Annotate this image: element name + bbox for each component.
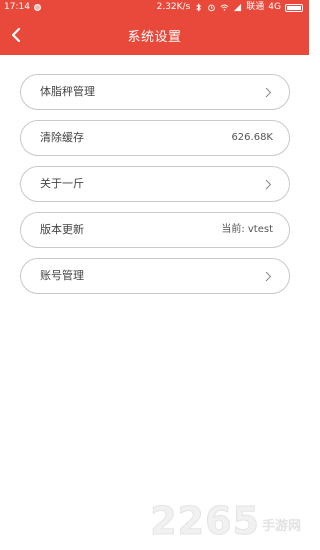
wifi-icon: [220, 4, 229, 11]
setting-about[interactable]: 关于一斤: [20, 166, 290, 202]
status-time: 17:14: [4, 2, 30, 12]
setting-scale-management[interactable]: 体脂秤管理: [20, 74, 290, 110]
battery-icon: [285, 3, 303, 12]
watermark-text: 手游网: [261, 519, 301, 534]
setting-label: 清除缓存: [40, 131, 84, 144]
setting-version-update[interactable]: 版本更新 当前: vtest: [20, 212, 290, 248]
setting-clear-cache[interactable]: 清除缓存 626.68K: [20, 120, 290, 156]
carrier-name: 联通: [246, 2, 265, 12]
status-bar: 17:14 2.32K/s 联通 4G: [0, 0, 309, 15]
app-header: 17:14 2.32K/s 联通 4G 系统设置: [0, 0, 309, 55]
network-type: 4G: [268, 2, 281, 12]
notification-icon: [33, 4, 41, 11]
bluetooth-icon: [196, 3, 202, 12]
chevron-right-icon: [265, 179, 272, 190]
watermark-number: 2265: [150, 499, 260, 543]
alarm-icon: [208, 4, 216, 12]
signal-icon: [234, 3, 242, 12]
network-speed: 2.32K/s: [156, 2, 191, 12]
cache-size: 626.68K: [231, 132, 273, 143]
setting-label: 版本更新: [40, 223, 84, 236]
page-title: 系统设置: [127, 30, 182, 45]
setting-label: 体脂秤管理: [40, 85, 95, 98]
chevron-right-icon: [265, 87, 272, 98]
site-watermark: 2265 手游网: [150, 499, 301, 543]
settings-list: 体脂秤管理 清除缓存 626.68K 关于一斤 版本更新 当前: vtest 账…: [20, 74, 290, 304]
setting-label: 账号管理: [40, 269, 84, 282]
title-bar: 系统设置: [0, 18, 309, 54]
setting-account-management[interactable]: 账号管理: [20, 258, 290, 294]
current-version: 当前: vtest: [221, 224, 273, 235]
chevron-right-icon: [265, 271, 272, 282]
setting-label: 关于一斤: [40, 177, 84, 190]
